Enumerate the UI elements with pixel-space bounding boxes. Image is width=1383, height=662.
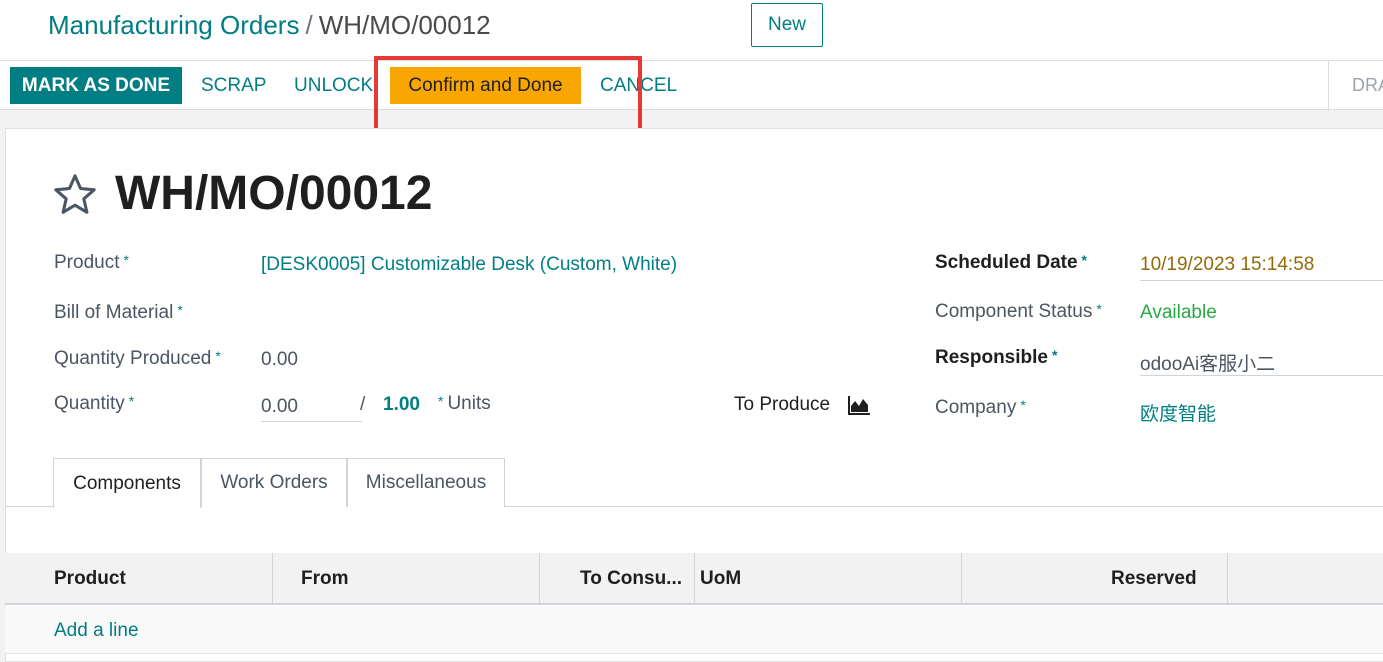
scheduled-date-label: Scheduled Date * (935, 252, 1087, 274)
required-mark: * (215, 348, 221, 364)
company-label-text: Company (935, 397, 1017, 418)
confirm-and-done-button[interactable]: Confirm and Done (390, 67, 581, 104)
company-label: Company * (935, 397, 1026, 419)
responsible-underline (1140, 375, 1383, 376)
product-field[interactable]: [DESK0005] Customizable Desk (Custom, Wh… (261, 254, 677, 276)
column-uom[interactable]: UoM (700, 553, 741, 605)
unlock-button[interactable]: UNLOCK (294, 67, 373, 104)
tab-components[interactable]: Components (53, 458, 201, 508)
new-button[interactable]: New (751, 3, 823, 47)
table-row: Add a line (5, 606, 1383, 654)
column-divider (694, 553, 695, 605)
star-icon[interactable] (52, 172, 98, 218)
component-status-label-text: Component Status (935, 301, 1093, 322)
quantity-input-underline (261, 421, 362, 422)
quantity-unit-text: Units (447, 393, 491, 414)
area-chart-icon[interactable] (847, 394, 871, 416)
quantity-label-text: Quantity (54, 393, 125, 414)
column-divider (539, 553, 540, 605)
column-divider (961, 553, 962, 605)
required-mark: * (1020, 397, 1026, 413)
breadcrumb: Manufacturing Orders / WH/MO/00012 (48, 10, 491, 41)
column-divider (272, 553, 273, 605)
cancel-button[interactable]: CANCEL (600, 67, 677, 104)
breadcrumb-separator: / (305, 10, 313, 40)
responsible-field[interactable]: odooAi客服小二 (1140, 349, 1275, 376)
column-to-consume[interactable]: To Consu... (580, 553, 682, 605)
breadcrumb-parent-link[interactable]: Manufacturing Orders (48, 10, 299, 40)
required-mark: * (1051, 347, 1058, 363)
qty-produced-value: 0.00 (261, 349, 298, 370)
quantity-to-produce[interactable]: 1.00 (383, 394, 420, 416)
product-label-text: Product (54, 252, 120, 273)
control-panel: Manufacturing Orders / WH/MO/00012 New (0, 0, 1383, 60)
qty-produced-label: Quantity Produced * (54, 348, 221, 370)
column-product[interactable]: Product (54, 553, 126, 605)
required-mark: * (1081, 252, 1087, 268)
scheduled-date-underline (1140, 280, 1383, 281)
add-a-line-link[interactable]: Add a line (54, 620, 139, 642)
responsible-label-text: Responsible (935, 347, 1048, 368)
company-field[interactable]: 欧度智能 (1140, 399, 1216, 426)
quantity-input[interactable]: 0.00 (261, 396, 298, 418)
required-mark: * (1096, 301, 1102, 317)
tab-miscellaneous[interactable]: Miscellaneous (347, 458, 505, 507)
component-status-value: Available (1140, 302, 1217, 323)
status-draft[interactable]: DRA (1352, 75, 1383, 96)
required-mark: * (128, 393, 135, 409)
responsible-label: Responsible * (935, 347, 1057, 369)
components-table-header: Product From To Consu... UoM Reserved (5, 553, 1383, 605)
qty-produced-label-text: Quantity Produced (54, 348, 212, 369)
product-label: Product * (54, 252, 129, 274)
component-status-label: Component Status * (935, 301, 1102, 323)
required-mark: * (438, 393, 444, 409)
quantity-unit: * Units (438, 393, 491, 415)
scheduled-date-label-text: Scheduled Date (935, 252, 1078, 273)
quantity-separator: / (360, 394, 366, 415)
tab-work-orders[interactable]: Work Orders (201, 458, 347, 507)
notebook-tabs: Components Work Orders Miscellaneous (5, 458, 1383, 508)
bom-label-text: Bill of Material (54, 302, 174, 323)
scrap-button[interactable]: SCRAP (201, 67, 266, 104)
column-from[interactable]: From (301, 553, 349, 605)
action-bar: MARK AS DONE SCRAP UNLOCK Confirm and Do… (0, 60, 1383, 111)
statusbar-divider (1328, 61, 1329, 111)
required-mark: * (123, 252, 129, 268)
breadcrumb-current: WH/MO/00012 (318, 10, 491, 40)
column-divider (1227, 553, 1228, 605)
required-mark: * (177, 302, 183, 318)
to-produce-label: To Produce (734, 394, 831, 415)
column-reserved[interactable]: Reserved (1111, 553, 1197, 605)
bom-label: Bill of Material * (54, 302, 183, 324)
record-title: WH/MO/00012 (115, 167, 433, 220)
mark-as-done-button[interactable]: MARK AS DONE (10, 67, 182, 104)
quantity-label: Quantity * (54, 393, 134, 415)
scheduled-date-field[interactable]: 10/19/2023 15:14:58 (1140, 254, 1314, 276)
